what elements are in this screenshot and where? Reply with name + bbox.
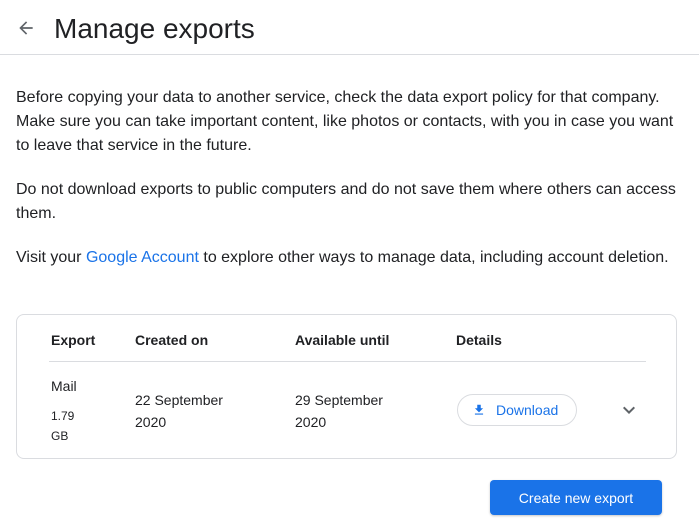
account-text-after: to explore other ways to manage data, in… — [198, 249, 669, 266]
export-size: 1.79 GB — [51, 409, 75, 443]
account-text-before: Visit your — [16, 249, 86, 266]
export-available-date: 29 September 2020 — [295, 392, 383, 430]
arrow-back-icon — [19, 21, 33, 35]
column-header-available: Available until — [295, 332, 390, 348]
download-label: Download — [496, 402, 559, 418]
app-header: Manage exports — [0, 0, 699, 55]
table-header-divider — [49, 361, 646, 362]
download-button[interactable]: Download — [457, 394, 577, 426]
chevron-down-icon — [623, 406, 635, 414]
back-button[interactable] — [12, 14, 40, 42]
download-icon — [471, 402, 487, 418]
export-created-date: 22 September 2020 — [135, 392, 223, 430]
export-name: Mail — [51, 378, 77, 394]
page-title: Manage exports — [54, 13, 255, 44]
create-new-export-button[interactable]: Create new export — [490, 480, 662, 515]
column-header-export: Export — [51, 332, 96, 348]
column-header-created: Created on — [135, 332, 209, 348]
intro-paragraph-warning: Do not download exports to public comput… — [16, 181, 676, 222]
column-header-details: Details — [456, 332, 502, 348]
intro-paragraph-policy: Before copying your data to another serv… — [16, 89, 674, 154]
expand-details-button[interactable] — [617, 398, 641, 422]
google-account-link[interactable]: Google Account — [86, 249, 199, 266]
intro-paragraph-account: Visit your Google Account to explore oth… — [16, 246, 681, 270]
